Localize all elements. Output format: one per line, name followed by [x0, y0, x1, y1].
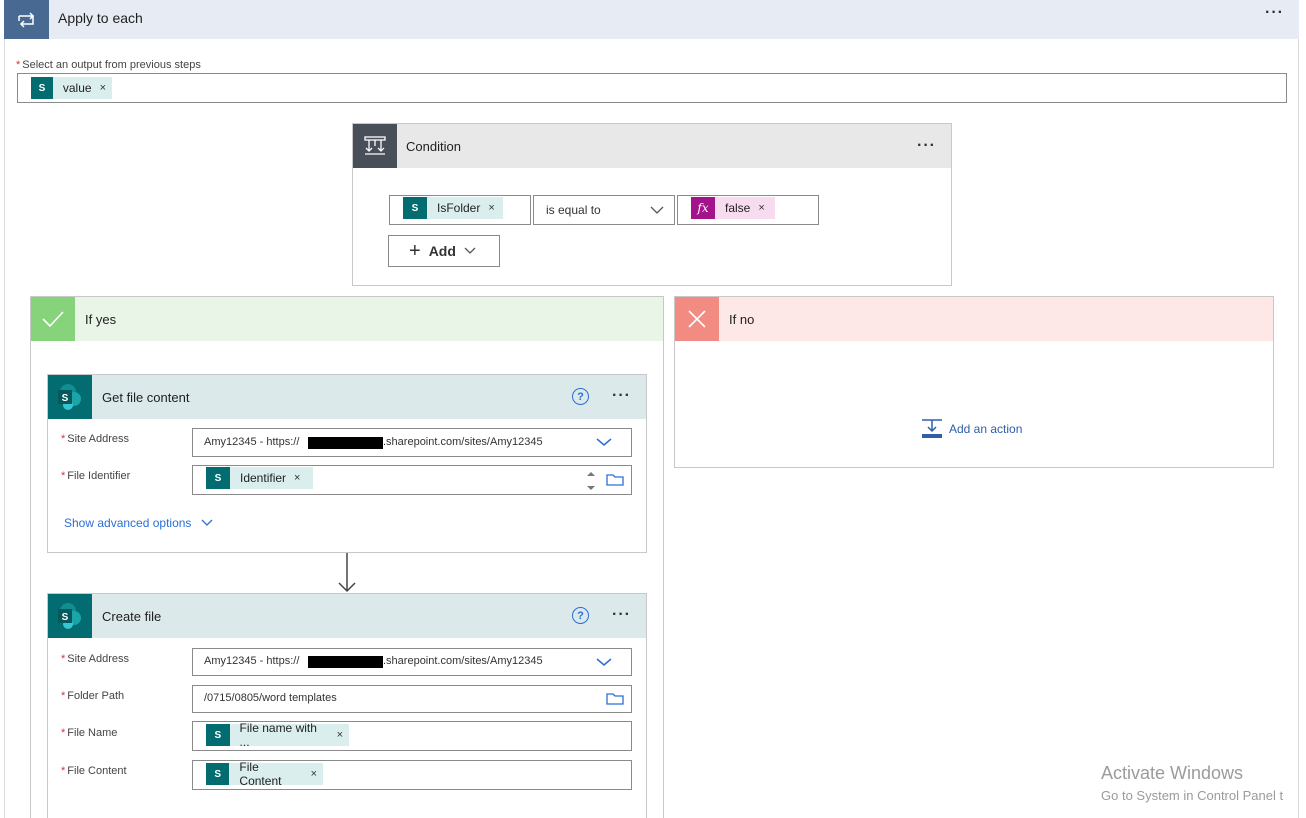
required-mark: * — [61, 653, 66, 665]
required-mark: * — [61, 690, 66, 702]
identifier-token-label: Identifier — [240, 471, 287, 485]
remove-token-icon[interactable]: × — [337, 729, 343, 741]
folder-path-label: * Folder Path — [61, 690, 124, 702]
add-an-action-link[interactable]: Add an action — [921, 418, 1022, 440]
select-output-label: * Select an output from previous steps — [16, 59, 201, 71]
file-content-label-text: File Content — [67, 765, 127, 777]
if-no-title: If no — [729, 312, 755, 327]
sharepoint-icon: S — [31, 77, 53, 99]
remove-token-icon[interactable]: × — [311, 768, 317, 780]
remove-token-icon[interactable]: × — [488, 202, 494, 214]
site-address-label: * Site Address — [61, 433, 129, 445]
folder-picker-icon[interactable] — [606, 691, 624, 705]
help-icon[interactable]: ? — [572, 607, 589, 624]
if-no-header[interactable] — [675, 297, 1273, 341]
fx-icon: fx — [691, 197, 715, 219]
add-button-label: Add — [428, 243, 456, 259]
if-yes-header[interactable] — [31, 297, 663, 341]
activate-windows-subtext: Go to System in Control Panel t — [1101, 788, 1284, 803]
sharepoint-icon: S — [48, 375, 92, 419]
required-mark: * — [61, 727, 66, 739]
isfolder-token-label: IsFolder — [437, 201, 481, 215]
create-file-more-icon[interactable]: ··· — [612, 607, 631, 623]
activate-windows-watermark: Activate Windows — [1101, 763, 1244, 783]
required-mark: * — [61, 470, 66, 482]
site-address-suffix: .sharepoint.com/sites/Amy12345 — [383, 436, 543, 448]
apply-to-each-title: Apply to each — [58, 10, 143, 26]
file-content-label: * File Content — [61, 765, 127, 777]
if-yes-title: If yes — [85, 312, 117, 327]
condition-operator-value: is equal to — [546, 203, 601, 217]
apply-to-each-header[interactable] — [4, 0, 1299, 39]
show-advanced-options-link[interactable]: Show advanced options — [64, 516, 213, 530]
identifier-token[interactable]: S Identifier × — [206, 467, 313, 489]
show-advanced-options-label: Show advanced options — [64, 516, 192, 530]
help-icon[interactable]: ? — [572, 388, 589, 405]
apply-to-each-more-icon[interactable]: ··· — [1265, 5, 1284, 21]
site-address-label-text: Site Address — [67, 433, 130, 445]
scroll-stepper-icon[interactable] — [584, 469, 598, 493]
isfolder-token[interactable]: S IsFolder × — [403, 197, 503, 219]
folder-picker-icon[interactable] — [606, 472, 624, 486]
get-file-content-title: Get file content — [102, 390, 190, 405]
svg-text:S: S — [62, 393, 69, 404]
sharepoint-icon: S — [48, 594, 92, 638]
redacted-text — [308, 656, 383, 668]
svg-text:S: S — [62, 612, 69, 623]
file-identifier-label: * File Identifier — [61, 470, 130, 482]
folder-path-value: /0715/0805/word templates — [204, 692, 337, 704]
sharepoint-icon: S — [206, 763, 230, 785]
add-an-action-label: Add an action — [949, 422, 1023, 436]
remove-token-icon[interactable]: × — [294, 472, 300, 484]
value-token[interactable]: S value × — [31, 77, 112, 99]
value-token-label: value — [62, 81, 92, 95]
get-file-content-more-icon[interactable]: ··· — [612, 388, 631, 404]
site-address-label: * Site Address — [61, 653, 129, 665]
file-name-token-label: File name with ... — [239, 721, 317, 749]
false-expression-token[interactable]: fx false × — [691, 197, 775, 219]
chevron-down-icon[interactable] — [596, 437, 612, 447]
file-name-label-text: File Name — [67, 727, 118, 739]
site-address-prefix: Amy12345 - https:// — [204, 655, 300, 667]
required-mark: * — [61, 433, 66, 445]
remove-token-icon[interactable]: × — [100, 82, 106, 94]
select-output-input[interactable] — [17, 73, 1287, 103]
condition-icon — [353, 124, 397, 168]
site-address-prefix: Amy12345 - https:// — [204, 436, 300, 448]
chevron-down-icon — [201, 519, 213, 526]
add-action-icon — [922, 419, 942, 438]
chevron-down-icon — [464, 247, 476, 254]
chevron-down-icon[interactable] — [650, 205, 664, 215]
required-mark: * — [61, 765, 66, 777]
create-file-title: Create file — [102, 609, 162, 624]
plus-icon: + — [409, 240, 421, 262]
false-token-label: false — [725, 201, 751, 215]
add-condition-button[interactable]: + Add — [388, 235, 500, 267]
folder-path-label-text: Folder Path — [67, 690, 125, 702]
sharepoint-icon: S — [206, 724, 230, 746]
redacted-text — [308, 437, 383, 449]
file-identifier-label-text: File Identifier — [67, 470, 131, 482]
select-output-label-text: Select an output from previous steps — [22, 59, 201, 71]
site-address-suffix: .sharepoint.com/sites/Amy12345 — [383, 655, 543, 667]
connector-arrow-icon — [338, 553, 356, 593]
condition-title: Condition — [406, 139, 461, 154]
close-icon — [675, 297, 719, 341]
file-content-token[interactable]: S File Content × — [206, 760, 323, 788]
loop-icon — [4, 0, 49, 39]
site-address-label-text: Site Address — [67, 653, 130, 665]
required-mark: * — [16, 59, 21, 71]
chevron-down-icon[interactable] — [596, 657, 612, 667]
condition-more-icon[interactable]: ··· — [917, 138, 936, 154]
sharepoint-icon: S — [206, 467, 230, 489]
sharepoint-icon: S — [403, 197, 427, 219]
remove-token-icon[interactable]: × — [758, 202, 764, 214]
file-name-token[interactable]: S File name with ... × — [206, 721, 349, 749]
file-content-token-label: File Content — [239, 760, 282, 788]
file-name-label: * File Name — [61, 727, 117, 739]
checkmark-icon — [31, 297, 75, 341]
